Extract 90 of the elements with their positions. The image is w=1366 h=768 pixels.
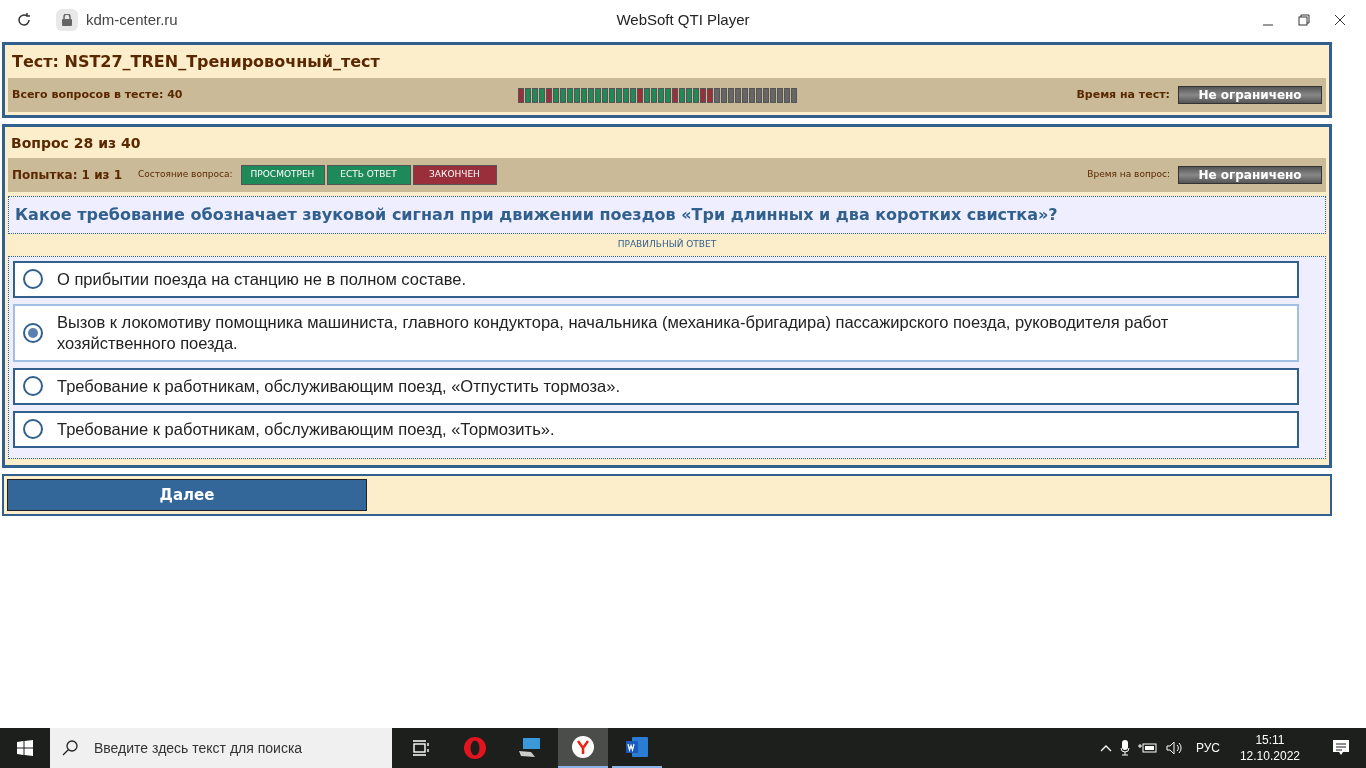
question-progress-marker[interactable]: [609, 87, 615, 103]
restore-icon[interactable]: [1298, 14, 1310, 26]
question-progress-marker[interactable]: [623, 87, 629, 103]
question-progress-marker[interactable]: [630, 87, 636, 103]
question-progress-marker[interactable]: [728, 87, 734, 103]
question-progress-marker[interactable]: [651, 87, 657, 103]
question-progress-marker[interactable]: [693, 87, 699, 103]
reload-icon[interactable]: [16, 12, 32, 28]
chevron-up-icon[interactable]: [1099, 744, 1112, 752]
question-progress-marker[interactable]: [581, 87, 587, 103]
question-progress-marker[interactable]: [637, 87, 643, 103]
question-progress-marker[interactable]: [763, 87, 769, 103]
radio-button[interactable]: [23, 322, 43, 343]
radio-button[interactable]: [23, 269, 43, 289]
battery-icon[interactable]: [1137, 742, 1158, 754]
question-count-text: Всего вопросов в тесте: 40: [12, 86, 184, 103]
answer-text: Вызов к локомотиву помощника машиниста, главного кондуктора, начальника (механика-бригадира) пассажирского поезда, руководителя работ хозяйственного поезда.: [57, 311, 1170, 354]
question-progress-marker[interactable]: [672, 87, 678, 103]
state-indicator: ПРОСМОТРЕН: [240, 165, 325, 185]
question-progress-marker[interactable]: [707, 87, 713, 103]
answer-option[interactable]: Требование к работникам, обслуживающим поезд, «Тормозить».: [13, 410, 1299, 448]
answer-option[interactable]: Вызов к локомотиву помощника машиниста, главного кондуктора, начальника (механика-бригадира) пассажирского поезда, руководителя работ хозяйственного поезда.: [13, 303, 1299, 362]
question-progress-marker[interactable]: [539, 87, 545, 103]
question-progress-marker[interactable]: [784, 87, 790, 103]
question-progress-marker[interactable]: [665, 87, 671, 103]
question-progress-marker[interactable]: [644, 87, 650, 103]
opera-icon[interactable]: [463, 736, 487, 760]
question-progress-marker[interactable]: [518, 87, 524, 103]
notification-icon[interactable]: [1332, 739, 1350, 757]
answer-option[interactable]: Требование к работникам, обслуживающим поезд, «Отпустить тормоза».: [13, 367, 1299, 405]
question-progress-marker[interactable]: [770, 87, 776, 103]
state-label: Состояние вопроса:: [138, 168, 233, 182]
question-progress-marker[interactable]: [574, 87, 580, 103]
word-icon[interactable]: [625, 736, 649, 758]
time-label: Время на вопрос:: [1087, 168, 1170, 182]
taskbar-search-field[interactable]: Введите здесь текст для поиска: [50, 728, 392, 768]
next-button[interactable]: Далее: [7, 478, 367, 511]
test-title: Тест: NST27_TREN_Тренировочный_тест: [11, 51, 381, 73]
question-progress-marker[interactable]: [756, 87, 762, 103]
yandex-browser-icon[interactable]: [571, 735, 595, 759]
search-placeholder: Введите здесь текст для поиска: [94, 738, 303, 758]
clock-time[interactable]: 15:11: [1239, 732, 1300, 748]
clock-date[interactable]: 12.10.2022: [1239, 748, 1300, 764]
question-progress-marker[interactable]: [777, 87, 783, 103]
state-indicator: ЗАКОНЧЕН: [412, 165, 497, 185]
answer-text: Требование к работникам, обслуживающим поезд, «Отпустить тормоза».: [57, 375, 621, 397]
answer-text: Требование к работникам, обслуживающим поезд, «Тормозить».: [57, 418, 555, 440]
question-progress-marker[interactable]: [560, 87, 566, 103]
question-progress-marker[interactable]: [553, 87, 559, 103]
question-text: Какое требование обозначает звуковой сигнал при движении поездов «Три длинных и два коротких свистка»?: [8, 196, 1326, 234]
question-number: Вопрос 28 из 40: [10, 134, 142, 153]
question-progress-marker[interactable]: [658, 87, 664, 103]
question-progress-marker[interactable]: [735, 87, 741, 103]
state-indicator: ЕСТЬ ОТВЕТ: [326, 165, 411, 185]
question-progress-marker[interactable]: [525, 87, 531, 103]
close-icon[interactable]: [1334, 14, 1346, 26]
hint-text: ПРАВИЛЬНЫЙ ОТВЕТ: [617, 239, 717, 249]
question-progress-marker[interactable]: [588, 87, 594, 103]
microphone-icon[interactable]: [1119, 740, 1130, 756]
time-display: Не ограничено: [1178, 86, 1322, 104]
windows-start-icon[interactable]: [17, 740, 33, 756]
question-progress-marker[interactable]: [749, 87, 755, 103]
radio-button[interactable]: [23, 419, 43, 439]
address-text[interactable]: kdm-center.ru: [86, 8, 178, 32]
question-progress-marker[interactable]: [616, 87, 622, 103]
question-progress-marker[interactable]: [567, 87, 573, 103]
window-title: WebSoft QTI Player: [616, 10, 750, 28]
question-progress-marker[interactable]: [679, 87, 685, 103]
question-progress-marker[interactable]: [714, 87, 720, 103]
question-progress-marker[interactable]: [532, 87, 538, 103]
question-progress-marker[interactable]: [791, 87, 797, 103]
speaker-icon[interactable]: [1165, 741, 1184, 755]
question-progress-marker[interactable]: [595, 87, 601, 103]
question-progress-marker[interactable]: [700, 87, 706, 103]
computer-icon[interactable]: [517, 737, 541, 759]
task-view-icon[interactable]: [412, 740, 430, 756]
question-progress-marker[interactable]: [546, 87, 552, 103]
language-indicator[interactable]: РУС: [1195, 739, 1220, 757]
question-progress-marker[interactable]: [721, 87, 727, 103]
lock-icon: [56, 9, 78, 31]
question-progress-marker[interactable]: [742, 87, 748, 103]
question-progress-marker[interactable]: [686, 87, 692, 103]
time-label: Время на тест:: [1076, 86, 1170, 103]
radio-button[interactable]: [23, 376, 43, 396]
time-display: Не ограничено: [1178, 166, 1322, 184]
question-progress-marker[interactable]: [602, 87, 608, 103]
answer-text: О прибытии поезда на станцию не в полном составе.: [57, 268, 467, 290]
answer-option[interactable]: О прибытии поезда на станцию не в полном составе.: [13, 260, 1299, 298]
attempt-text: Попытка: 1 из 1: [12, 167, 123, 184]
search-icon: [62, 740, 78, 756]
